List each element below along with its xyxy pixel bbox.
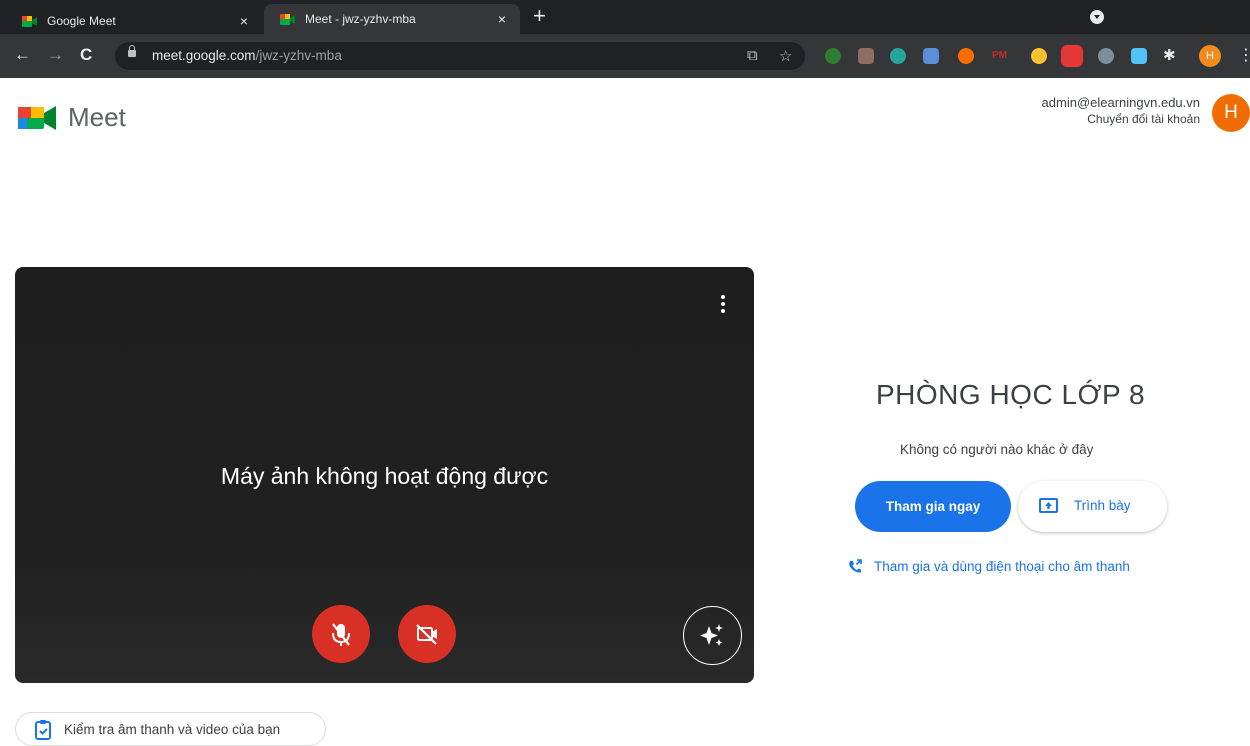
account-email: admin@elearningvn.edu.vn	[1041, 95, 1200, 110]
present-screen-icon	[1039, 498, 1058, 513]
extension-camera-icon[interactable]	[1061, 45, 1083, 67]
meeting-room-title: PHÒNG HỌC LỚP 8	[876, 379, 1146, 410]
extension-avatar-icon[interactable]	[1098, 48, 1114, 64]
extension-pm-icon[interactable]: PM	[992, 48, 1008, 64]
sparkle-icon	[700, 624, 723, 646]
tab-search-icon[interactable]	[1090, 10, 1104, 24]
browser-toolbar: ← → C meet.google.com/jwz-yzhv-mba ⧉ ☆ P…	[0, 34, 1250, 78]
browser-tab-google-meet[interactable]: Google Meet ×	[6, 8, 262, 34]
switch-account-link[interactable]: Chuyển đổi tài khoản	[1042, 111, 1200, 127]
google-meet-favicon-icon	[280, 13, 295, 26]
extension-board-icon[interactable]	[1131, 48, 1147, 64]
close-tab-icon[interactable]: ×	[494, 11, 510, 27]
address-bar[interactable]: meet.google.com/jwz-yzhv-mba ⧉ ☆	[115, 42, 805, 70]
avatar[interactable]: H	[1212, 94, 1250, 132]
visual-effects-button[interactable]	[683, 606, 742, 665]
extension-record-icon[interactable]	[825, 48, 841, 64]
check-audio-video-button[interactable]: Kiểm tra âm thanh và video của bạn	[15, 712, 326, 746]
bookmark-star-icon[interactable]: ☆	[779, 47, 792, 65]
extension-leaf-icon[interactable]	[890, 48, 906, 64]
url-text: meet.google.com/jwz-yzhv-mba	[152, 48, 342, 63]
close-tab-icon[interactable]: ×	[236, 13, 252, 29]
google-meet-favicon-icon	[22, 15, 37, 28]
extensions-puzzle-icon[interactable]: ✱	[1163, 48, 1179, 64]
clipboard-check-icon	[35, 720, 51, 740]
browser-tab-strip: Google Meet × Meet - jwz-yzhv-mba × +	[0, 0, 1250, 34]
join-with-phone-link[interactable]: Tham gia và dùng điện thoại cho âm thanh	[846, 558, 1130, 579]
camera-toggle-button[interactable]	[398, 605, 456, 663]
tab-title: Google Meet	[47, 14, 116, 28]
present-label: Trình bày	[1074, 498, 1131, 513]
participants-status: Không có người nào khác ở đây	[900, 442, 1094, 457]
extension-plus-icon[interactable]	[958, 48, 974, 64]
browser-menu-icon[interactable]: ⋮	[1238, 45, 1250, 65]
present-button[interactable]: Trình bày	[1018, 481, 1167, 532]
account-info: admin@elearningvn.edu.vn Chuyển đổi tài …	[1042, 95, 1200, 127]
microphone-off-icon	[332, 623, 350, 646]
reload-icon[interactable]: C	[80, 45, 92, 65]
forward-arrow-icon[interactable]: →	[47, 45, 64, 65]
lock-icon	[128, 45, 136, 57]
extension-owl-icon[interactable]	[858, 48, 874, 64]
join-with-phone-label: Tham gia và dùng điện thoại cho âm thanh	[874, 559, 1130, 574]
browser-tab-meet-room[interactable]: Meet - jwz-yzhv-mba ×	[264, 4, 520, 34]
extension-screen-icon[interactable]	[923, 48, 939, 64]
camera-status-message: Máy ảnh không hoạt động được	[220, 463, 549, 489]
more-options-icon[interactable]	[715, 295, 731, 315]
microphone-toggle-button[interactable]	[312, 605, 370, 663]
camera-preview: Máy ảnh không hoạt động được	[15, 267, 754, 683]
back-arrow-icon[interactable]: ←	[14, 45, 31, 65]
join-now-button[interactable]: Tham gia ngay	[855, 481, 1011, 532]
meet-logo-icon[interactable]	[18, 103, 58, 133]
meet-brand-name: Meet	[68, 102, 126, 132]
phone-audio-icon	[849, 559, 862, 573]
new-tab-button[interactable]: +	[533, 5, 546, 27]
open-in-app-icon[interactable]: ⧉	[747, 47, 758, 64]
camera-off-icon	[416, 624, 437, 645]
browser-profile-avatar[interactable]: H	[1199, 45, 1221, 67]
extension-clock-icon[interactable]	[1031, 48, 1047, 64]
tab-title: Meet - jwz-yzhv-mba	[305, 12, 416, 26]
check-audio-video-label: Kiểm tra âm thanh và video của bạn	[64, 722, 281, 737]
